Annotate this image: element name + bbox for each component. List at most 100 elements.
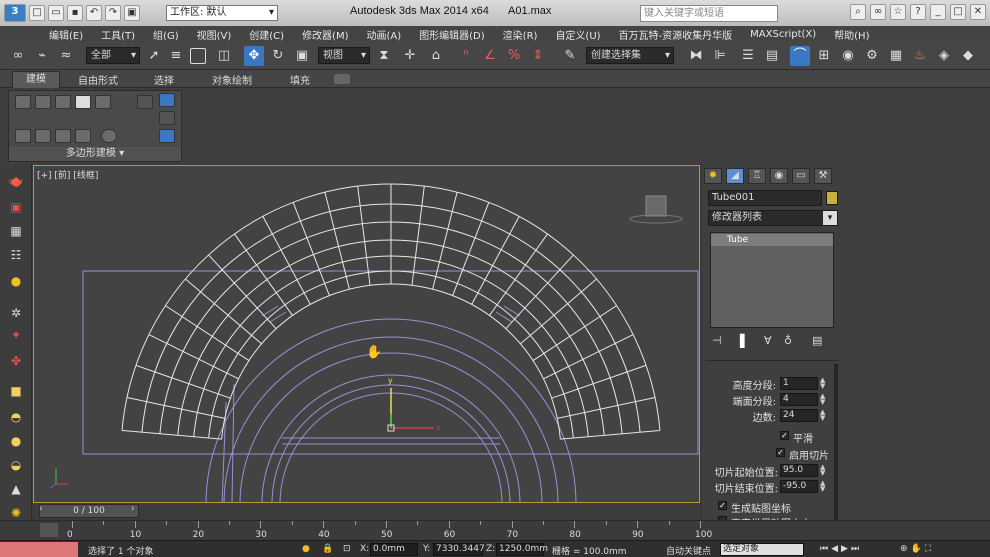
key-filter-dropdown[interactable]: 选定对象: [720, 543, 804, 556]
new-file-icon[interactable]: □: [29, 5, 45, 21]
spinner-snap-icon[interactable]: ⇕: [528, 46, 548, 66]
menu-help[interactable]: 帮助(H): [825, 27, 878, 42]
box-icon[interactable]: ■: [6, 382, 26, 400]
spinner-arrows-icon[interactable]: ▲ ▼: [820, 480, 827, 493]
ribbon-options-icon[interactable]: [334, 74, 350, 84]
menu-animation[interactable]: 动画(A): [358, 27, 411, 42]
slice-on-checkbox[interactable]: ✓: [776, 448, 785, 457]
modify-mode-icon[interactable]: [15, 129, 31, 143]
redo-icon[interactable]: ↷: [105, 5, 121, 21]
utilities-tab-icon[interactable]: ⚒: [814, 168, 832, 184]
ref-coord-dropdown[interactable]: 视图: [318, 47, 370, 64]
binoculars-icon[interactable]: ∞: [870, 4, 886, 20]
menu-edit[interactable]: 编辑(E): [40, 27, 92, 42]
particle-icon[interactable]: ✤: [6, 352, 26, 370]
menu-maxscript[interactable]: MAXScript(X): [741, 29, 825, 40]
hold-icon[interactable]: ▣: [124, 5, 140, 21]
time-slider[interactable]: 0 / 100 ‹ ›: [33, 503, 700, 519]
minimize-icon[interactable]: _: [930, 4, 946, 20]
modifier-stack[interactable]: Tube: [710, 232, 834, 328]
select-manipulate-icon[interactable]: ✛: [400, 46, 420, 66]
menu-plugin[interactable]: 百万瓦特-资源收集丹华版: [610, 27, 742, 42]
menu-graph-editors[interactable]: 图形编辑器(D): [410, 27, 494, 42]
tab-selection[interactable]: 选择: [154, 72, 174, 87]
pin-stack-icon[interactable]: ⊣: [712, 334, 722, 347]
keyboard-shortcut-icon[interactable]: ⌂: [426, 46, 446, 66]
graphite-toggle-icon[interactable]: ▤: [762, 46, 782, 66]
maximize-icon[interactable]: □: [950, 4, 966, 20]
remove-modifier-icon[interactable]: ♁: [784, 334, 792, 347]
sphere-icon[interactable]: ●: [6, 432, 26, 450]
chevron-down-icon[interactable]: ▾: [119, 148, 124, 159]
object-color-swatch[interactable]: [826, 191, 838, 205]
render-frame-icon[interactable]: ▣: [6, 198, 26, 216]
timeline-ruler[interactable]: 0 10 20 30 40 50 60 70 80 90 100: [0, 520, 990, 540]
lock-icon[interactable]: 🔒: [322, 544, 333, 554]
hemisphere-icon[interactable]: ◓: [6, 408, 26, 426]
save-file-icon[interactable]: ▪: [67, 5, 83, 21]
ring-icon[interactable]: [159, 93, 175, 107]
chevron-left-icon[interactable]: ‹: [39, 504, 43, 514]
menu-views[interactable]: 视图(V): [188, 27, 241, 42]
search-icon[interactable]: ⌕: [850, 4, 866, 20]
y-coord-field[interactable]: 7330.3447: [433, 543, 485, 556]
panel-scrollbar[interactable]: [834, 364, 838, 524]
search-input[interactable]: 键入关键字或短语: [640, 5, 778, 22]
modify-tab-icon[interactable]: ◢: [726, 168, 744, 184]
panel-label[interactable]: 多边形建模: [66, 148, 116, 159]
loop-icon[interactable]: [159, 111, 175, 125]
schematic-view-icon[interactable]: ⊞: [814, 46, 834, 66]
transform-icon[interactable]: ✦: [6, 326, 26, 344]
vertex-icon[interactable]: [15, 95, 31, 109]
calculator-icon[interactable]: ▦: [6, 222, 26, 240]
workspace-dropdown[interactable]: 工作区: 默认: [166, 5, 278, 21]
make-unique-icon[interactable]: ∀: [764, 334, 772, 347]
menu-create[interactable]: 创建(C): [240, 27, 293, 42]
show-end-result-icon[interactable]: ▌: [740, 334, 749, 348]
object-name-input[interactable]: Tube001: [708, 190, 822, 206]
edge-icon[interactable]: [35, 95, 51, 109]
motion-tab-icon[interactable]: ◉: [770, 168, 788, 184]
menu-tools[interactable]: 工具(T): [92, 27, 144, 42]
help-icon[interactable]: ?: [910, 4, 926, 20]
cap-segments-spinner[interactable]: 4: [780, 393, 818, 406]
rect-selection-icon[interactable]: [190, 48, 206, 64]
spinner-arrows-icon[interactable]: ▲ ▼: [820, 409, 827, 422]
stack-item-tube[interactable]: Tube: [711, 234, 833, 246]
close-icon[interactable]: ✕: [970, 4, 986, 20]
autokey-label[interactable]: 自动关键点: [666, 544, 711, 557]
edit-named-selection-icon[interactable]: ✎: [560, 46, 580, 66]
move-icon[interactable]: ✥: [244, 46, 264, 66]
gen-mapping-checkbox[interactable]: ✓: [718, 501, 727, 510]
menu-rendering[interactable]: 渲染(R): [494, 27, 547, 42]
collapse-stack-icon[interactable]: [35, 129, 51, 143]
frame-counter[interactable]: 0 / 100: [39, 504, 139, 518]
lock-selection-icon[interactable]: ●: [302, 544, 310, 554]
gear-settings-icon[interactable]: ✲: [6, 304, 26, 322]
menu-modifiers[interactable]: 修改器(M): [293, 27, 357, 42]
tab-modeling[interactable]: 建模: [12, 71, 60, 88]
slice-from-spinner[interactable]: 95.0: [780, 464, 818, 477]
spinner-arrows-icon[interactable]: ▲ ▼: [820, 464, 827, 477]
viewcube-icon[interactable]: [629, 195, 683, 224]
pivot-center-icon[interactable]: ⧗: [374, 46, 394, 66]
snaps-toggle-icon[interactable]: ⁿ: [456, 46, 476, 66]
mini-curve-icon[interactable]: [40, 523, 58, 537]
link-icon[interactable]: ∞: [8, 46, 28, 66]
sides-spinner[interactable]: 24: [780, 409, 818, 422]
viewport-nav-icon[interactable]: ⊕✋⛶: [900, 544, 934, 554]
bind-spacewarp-icon[interactable]: ≈: [56, 46, 76, 66]
border-icon[interactable]: [55, 95, 71, 109]
layer-manager-icon[interactable]: ☰: [738, 46, 758, 66]
tab-object-paint[interactable]: 对象绘制: [212, 72, 252, 87]
modifier-list-dropdown[interactable]: 修改器列表: [708, 210, 838, 226]
chevron-down-icon[interactable]: ▾: [823, 211, 837, 225]
selection-filter-dropdown[interactable]: 全部: [86, 47, 140, 64]
teapot-primitive-icon[interactable]: ◒: [6, 456, 26, 474]
maxscript-listener[interactable]: [0, 542, 78, 557]
list-icon[interactable]: ☷: [6, 246, 26, 264]
scale-icon[interactable]: ▣: [292, 46, 312, 66]
preserve-uvs-icon[interactable]: [101, 129, 117, 143]
teapot-icon[interactable]: 🫖: [6, 172, 26, 190]
spinner-arrows-icon[interactable]: ▲ ▼: [820, 393, 827, 406]
